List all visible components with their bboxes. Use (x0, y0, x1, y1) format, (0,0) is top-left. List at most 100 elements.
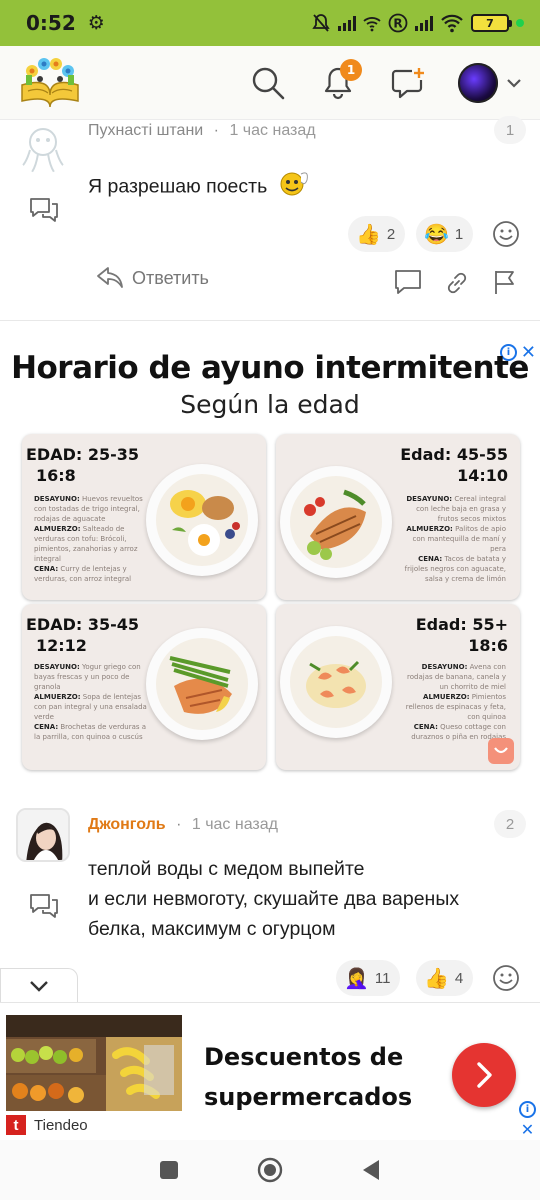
flag-icon[interactable] (492, 268, 518, 296)
close-icon[interactable]: ✕ (521, 1120, 534, 1139)
comments-icon[interactable] (28, 196, 60, 224)
banner-go-button[interactable] (452, 1043, 516, 1107)
app-header: 1 (0, 46, 540, 120)
chevron-down-icon (30, 980, 48, 992)
card-ratio: 16:8 (36, 466, 76, 485)
comment-author[interactable]: Пухнасті штани · 1 час назад (88, 122, 316, 140)
info-icon: i (519, 1101, 536, 1118)
food-plate-image (280, 466, 392, 578)
comment-number: 2 (494, 810, 526, 838)
brand-name: Tiendeo (34, 1116, 88, 1134)
signal-icon-2 (415, 15, 433, 31)
comment-text-body: Я разрешаю поесть (88, 175, 268, 198)
user-avatar (458, 62, 498, 103)
card-age: EDAD: 25-35 16:8 (26, 444, 139, 486)
diet-card-2: Edad: 45-55 14:10 DESAYUNO: Cereal integ… (276, 434, 520, 600)
reaction-count: 2 (386, 225, 396, 243)
ad-title: Horario de ayuno intermitente (11, 350, 529, 386)
food-plate-image (146, 628, 258, 740)
chevron-down-icon (507, 78, 521, 88)
thumbs-up-icon: 👍 (424, 967, 449, 990)
comment-text: теплой воды с медом выпейте и если невмо… (88, 854, 459, 944)
card-age: Edad: 55+ 18:6 (416, 614, 508, 656)
reply-button[interactable]: Ответить (96, 266, 209, 290)
wifi-small-icon (363, 17, 381, 32)
comment-number: 1 (494, 116, 526, 144)
chat-bubble-icon[interactable] (392, 268, 424, 296)
comment-text: Я разрешаю поесть (88, 168, 311, 207)
reaction-facepalm[interactable]: 🤦‍♀️ 11 (336, 960, 401, 996)
mute-bell-icon (312, 14, 330, 32)
add-reaction-button[interactable] (492, 964, 520, 992)
avatar[interactable] (16, 120, 70, 174)
battery-level: 7 (486, 16, 494, 30)
banner-ad-choices[interactable]: i ✕ (519, 1101, 536, 1139)
comment-line: и если невмоготу, скушайте два вареных (88, 888, 460, 910)
gear-icon: ⚙ (87, 12, 105, 34)
reaction-thumbs-up[interactable]: 👍 4 (416, 960, 474, 996)
comment-2: Джонголь · 1 час назад 2 теплой воды с м… (0, 806, 540, 1006)
status-bar: 0:52 ⚙ R 7 (0, 0, 540, 46)
chat-plus-icon (391, 67, 424, 98)
battery-icon: 7 (471, 14, 512, 32)
account-menu[interactable] (458, 62, 522, 103)
banner-brand[interactable]: t Tiendeo (6, 1115, 88, 1135)
registered-icon: R (388, 13, 408, 33)
signal-icon (338, 15, 356, 31)
card-ratio: 14:10 (457, 466, 508, 485)
diet-card-3: EDAD: 35-45 12:12 DESAYUNO: Yogur griego… (22, 604, 266, 770)
author-name[interactable]: Пухнасті штани (88, 122, 203, 139)
card-age-label: Edad: 45-55 (400, 445, 508, 464)
diet-card-4: Edad: 55+ 18:6 DESAYUNO: Avena con rodaj… (276, 604, 520, 770)
card-age-label: EDAD: 25-35 (26, 445, 140, 464)
reaction-laughing[interactable]: 😂 1 (416, 216, 474, 252)
search-button[interactable] (248, 63, 288, 103)
recents-button[interactable] (158, 1159, 180, 1181)
card-age: EDAD: 35-45 12:12 (26, 614, 139, 656)
comment-1: Пухнасті штани · 1 час назад 1 Я разреша… (0, 116, 540, 320)
notifications-button[interactable]: 1 (318, 58, 362, 103)
comment-author[interactable]: Джонголь · 1 час назад (88, 816, 278, 834)
food-plate-image (280, 626, 392, 738)
avatar[interactable] (16, 808, 70, 862)
link-icon[interactable] (444, 270, 470, 296)
diet-card-1: EDAD: 25-35 16:8 DESAYUNO: Huevos revuel… (22, 434, 266, 600)
bottom-ad-banner[interactable]: Descuentos de supermercados t Tiendeo i … (0, 1002, 540, 1140)
card-menu: DESAYUNO: Yogur griego con bayas frescas… (34, 663, 147, 741)
card-age: Edad: 45-55 14:10 (400, 444, 508, 486)
new-message-button[interactable] (388, 63, 428, 103)
comments-icon[interactable] (28, 892, 60, 920)
status-time: 0:52 (26, 11, 76, 35)
author-name[interactable]: Джонголь (88, 816, 166, 833)
ad-subtitle: Según la edad (180, 390, 360, 419)
active-dot-icon (516, 19, 524, 27)
comment-line: теплой воды с медом выпейте (88, 858, 365, 880)
banner-headline[interactable]: Descuentos de supermercados (204, 1037, 434, 1117)
add-reaction-button[interactable] (492, 220, 520, 248)
card-menu: DESAYUNO: Avena con rodajas de banana, c… (405, 663, 506, 741)
search-icon (252, 67, 285, 99)
smiley-icon (277, 168, 311, 207)
reaction-thumbs-up[interactable]: 👍 2 (348, 216, 406, 252)
reply-arrow-icon (97, 267, 123, 288)
comment-time: 1 час назад (191, 816, 278, 833)
ad-image[interactable]: i ✕ Horario de ayuno intermitente Según … (0, 334, 540, 780)
svg-text:R: R (393, 17, 402, 31)
reaction-count: 11 (374, 969, 391, 987)
wifi-icon (441, 14, 463, 33)
home-button[interactable] (256, 1156, 284, 1184)
system-nav-bar (0, 1140, 540, 1200)
comment-line: белка, максимум с огурцом (88, 918, 336, 940)
reply-label: Ответить (132, 267, 209, 288)
facepalm-icon: 🤦‍♀️ (344, 967, 369, 990)
supermarket-image (6, 1015, 182, 1111)
card-ratio: 12:12 (36, 636, 87, 655)
card-age-label: EDAD: 35-45 (26, 615, 140, 634)
divider (0, 320, 540, 321)
back-button[interactable] (360, 1158, 382, 1182)
app-logo[interactable] (18, 55, 82, 111)
collapse-ad-button[interactable] (0, 968, 78, 1002)
card-menu: DESAYUNO: Cereal integral con leche baja… (404, 495, 506, 583)
food-plate-image (146, 464, 258, 576)
reaction-count: 4 (454, 969, 464, 987)
